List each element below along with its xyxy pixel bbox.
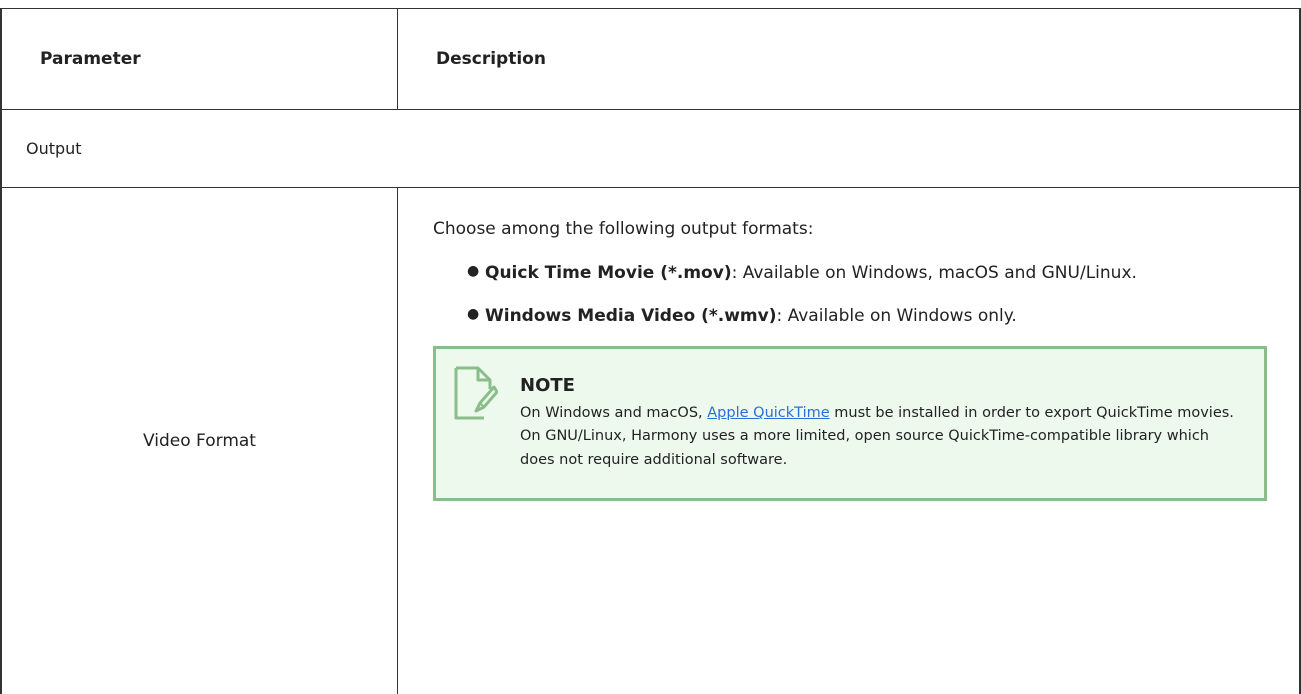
bullet-icon: ● <box>467 262 480 279</box>
note-title: NOTE <box>520 375 575 397</box>
format-detail: : Available on Windows only. <box>776 305 1017 326</box>
format-name: Quick Time Movie (*.mov) <box>485 262 732 283</box>
note-text: On Windows and macOS, Apple QuickTime mu… <box>520 402 1244 472</box>
note-text-before: On Windows and macOS, <box>520 405 708 422</box>
note-pencil-icon <box>454 366 498 420</box>
header-description: Description <box>397 8 1300 110</box>
list-item: ● Windows Media Video (*.wmv): Available… <box>467 303 1267 330</box>
parameter-description: Choose among the following output format… <box>398 188 1301 694</box>
parameter-table: Parameter Description Output Video Forma… <box>0 8 1301 694</box>
header-parameter: Parameter <box>1 8 398 110</box>
table-header-row: Parameter Description <box>1 8 1300 110</box>
parameter-name: Video Format <box>1 187 398 694</box>
description-intro: Choose among the following output format… <box>433 219 814 239</box>
bullet-icon: ● <box>467 305 480 322</box>
list-item: ● Quick Time Movie (*.mov): Available on… <box>467 260 1267 287</box>
section-label-output: Output <box>1 109 1300 188</box>
note-box: NOTE On Windows and macOS, Apple QuickTi… <box>433 346 1267 502</box>
format-list: ● Quick Time Movie (*.mov): Available on… <box>433 260 1267 330</box>
table-row: Video Format Choose among the following … <box>1 187 1301 694</box>
section-row: Output <box>1 109 1300 188</box>
apple-quicktime-link[interactable]: Apple QuickTime <box>707 405 829 421</box>
format-detail: : Available on Windows, macOS and GNU/Li… <box>731 262 1137 283</box>
format-name: Windows Media Video (*.wmv) <box>485 305 777 326</box>
